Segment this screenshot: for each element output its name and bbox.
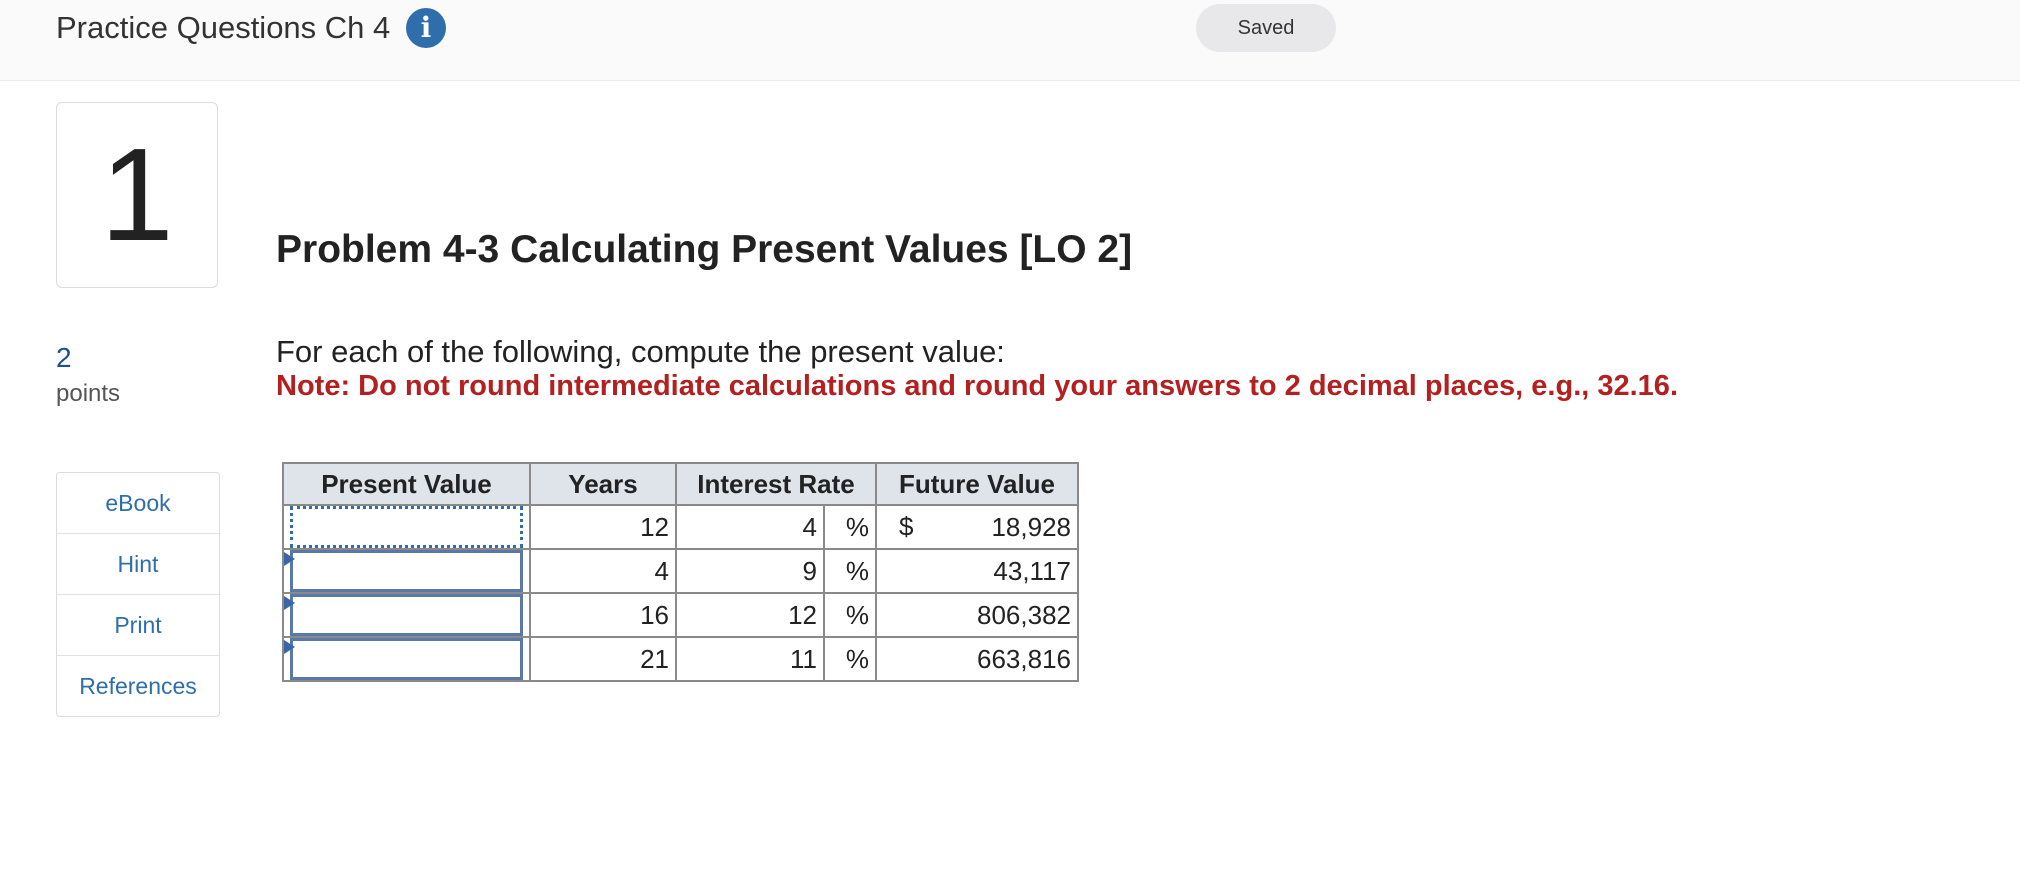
- present-value-cell: [282, 548, 531, 594]
- future-value: 18,928: [991, 511, 1071, 542]
- future-value-cell: $ 18,928: [875, 504, 1079, 550]
- question-number: 1: [100, 121, 174, 268]
- present-value-cell: [282, 592, 531, 638]
- percent-sign: %: [823, 636, 877, 682]
- present-value-cell: [282, 504, 531, 550]
- question-number-box: 1: [56, 102, 218, 288]
- years-cell: 4: [529, 548, 677, 594]
- input-marker-icon: [284, 552, 295, 566]
- future-value: 806,382: [977, 599, 1071, 630]
- years-cell: 16: [529, 592, 677, 638]
- header-years: Years: [529, 462, 677, 506]
- header-future-value: Future Value: [875, 462, 1079, 506]
- future-value-cell: 43,117: [875, 548, 1079, 594]
- input-marker-icon: [284, 596, 295, 610]
- question-resources-menu: eBook Hint Print References: [56, 472, 220, 717]
- saved-status-badge: Saved: [1196, 4, 1336, 52]
- problem-instruction: For each of the following, compute the p…: [276, 334, 1005, 369]
- years-cell: 12: [529, 504, 677, 550]
- top-bar: Practice Questions Ch 4 i Saved: [0, 0, 2020, 81]
- percent-sign: %: [823, 504, 877, 550]
- future-value-cell: 663,816: [875, 636, 1079, 682]
- percent-sign: %: [823, 548, 877, 594]
- future-value: 663,816: [977, 643, 1071, 674]
- points-value: 2: [56, 342, 72, 373]
- ebook-link[interactable]: eBook: [57, 473, 219, 534]
- interest-rate-cell: 11: [675, 636, 825, 682]
- present-value-input[interactable]: [290, 506, 523, 548]
- header-interest-rate: Interest Rate: [675, 462, 877, 506]
- table-row: 16 12 % 806,382: [282, 592, 1079, 638]
- table-row: 21 11 % 663,816: [282, 636, 1079, 682]
- table-row: 12 4 % $ 18,928: [282, 504, 1079, 550]
- interest-rate-cell: 9: [675, 548, 825, 594]
- hint-link[interactable]: Hint: [57, 534, 219, 595]
- present-value-input[interactable]: [290, 550, 523, 592]
- currency-symbol: $: [899, 511, 914, 542]
- present-value-input[interactable]: [290, 638, 523, 680]
- interest-rate-cell: 12: [675, 592, 825, 638]
- present-value-input[interactable]: [290, 594, 523, 636]
- rounding-note: Note: Do not round intermediate calculat…: [276, 370, 1678, 402]
- input-marker-icon: [284, 640, 295, 654]
- table-header-row: Present Value Years Interest Rate Future…: [282, 462, 1079, 506]
- years-cell: 21: [529, 636, 677, 682]
- present-value-table: Present Value Years Interest Rate Future…: [282, 462, 1079, 682]
- header-present-value: Present Value: [282, 462, 531, 506]
- interest-rate-cell: 4: [675, 504, 825, 550]
- problem-title: Problem 4-3 Calculating Present Values […: [276, 228, 1133, 271]
- future-value-cell: 806,382: [875, 592, 1079, 638]
- table-row: 4 9 % 43,117: [282, 548, 1079, 594]
- references-link[interactable]: References: [57, 656, 219, 716]
- present-value-cell: [282, 636, 531, 682]
- info-icon[interactable]: i: [406, 8, 446, 48]
- print-link[interactable]: Print: [57, 595, 219, 656]
- future-value: 43,117: [993, 555, 1071, 586]
- points-label: points: [56, 380, 121, 407]
- percent-sign: %: [823, 592, 877, 638]
- assignment-title: Practice Questions Ch 4: [56, 10, 391, 45]
